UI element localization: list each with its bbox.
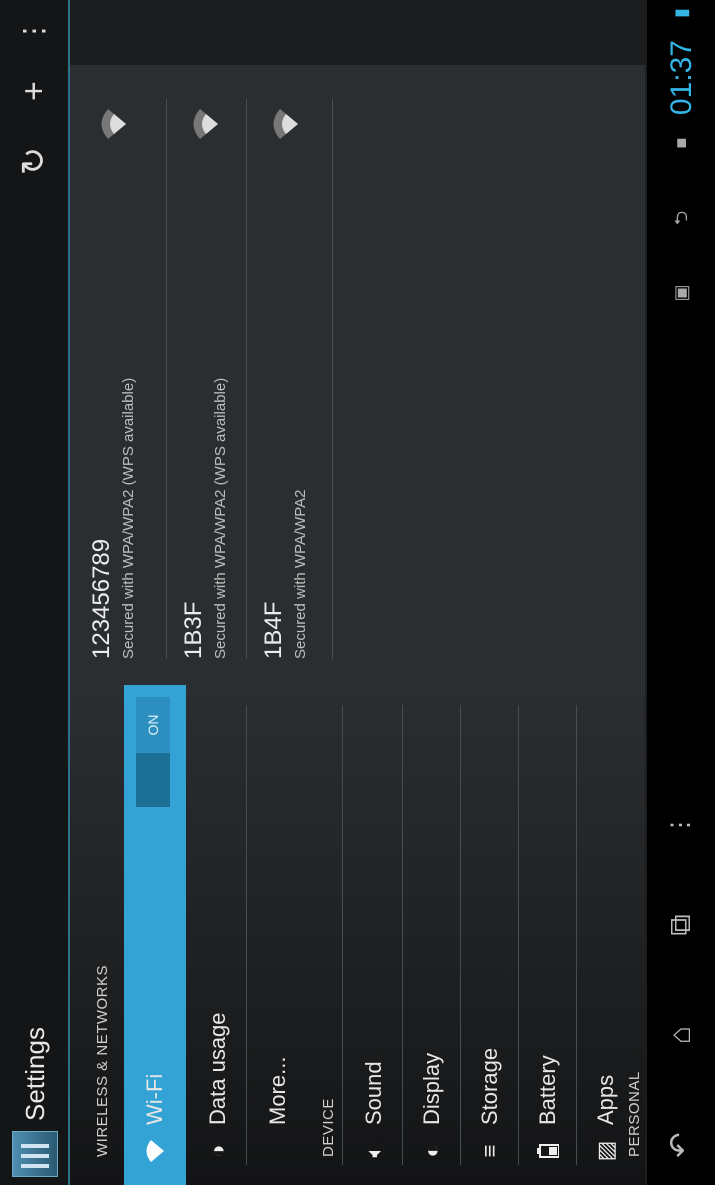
network-ssid: 123456789 — [88, 538, 115, 659]
wifi-signal-icon — [101, 109, 126, 139]
settings-item-wifi[interactable]: Wi-Fi ON — [124, 685, 186, 1185]
network-security: Secured with WPA/WPA2 (WPS available) — [120, 377, 137, 659]
add-icon[interactable]: + — [10, 67, 58, 115]
divider — [518, 705, 519, 1165]
settings-item-battery[interactable]: Battery — [520, 705, 576, 1165]
settings-item-data-usage[interactable]: ◑ Data usage — [190, 705, 246, 1165]
battery-icon — [534, 1137, 562, 1165]
network-security: Secured with WPA/WPA2 — [292, 489, 309, 660]
sound-icon: 🔈︎ — [361, 1144, 386, 1158]
network-ssid: 1B4F — [260, 601, 287, 659]
settings-screen: Settings ↻ + ⋮ WIRELESS & NETWORKS Wi-Fi… — [0, 0, 715, 1185]
settings-item-label: Wi-Fi — [142, 1073, 167, 1125]
settings-item-label: Sound — [361, 1061, 386, 1125]
wifi-icon — [141, 1137, 169, 1165]
divider — [246, 99, 247, 659]
network-ssid: 1B3F — [180, 601, 207, 659]
settings-app-icon[interactable] — [12, 1131, 58, 1177]
settings-item-display[interactable]: ◐ Display — [404, 705, 460, 1165]
usb-icon: ⮌ — [671, 210, 691, 226]
screenshot-icon: ▣ — [671, 284, 691, 302]
wifi-signal-icon — [193, 109, 218, 139]
section-header-personal: PERSONAL — [626, 1071, 643, 1157]
settings-item-label: Display — [419, 1052, 444, 1125]
status-clock: 01:37 — [665, 40, 698, 116]
divider — [166, 99, 167, 659]
wifi-network-list: 123456789 Secured with WPA/WPA2 (WPS ava… — [70, 65, 645, 685]
network-security: Secured with WPA/WPA2 (WPS available) — [212, 377, 229, 659]
settings-item-more[interactable]: More... — [250, 665, 306, 1165]
action-bar: Settings ↻ + ⋮ — [0, 0, 70, 1185]
settings-item-sound[interactable]: 🔈︎ Sound — [346, 705, 402, 1165]
network-item[interactable]: 1B4F Secured with WPA/WPA2 — [250, 99, 330, 659]
network-item[interactable]: 123456789 Secured with WPA/WPA2 (WPS ava… — [78, 99, 158, 659]
settings-item-label: More... — [265, 1056, 290, 1125]
section-header-wireless: WIRELESS & NETWORKS — [94, 964, 111, 1157]
data-usage-icon: ◑ — [205, 1144, 230, 1158]
divider — [332, 99, 333, 659]
divider — [246, 705, 247, 1165]
wifi-signal-icon — [273, 109, 298, 139]
refresh-icon[interactable]: ↻ — [10, 137, 58, 185]
apps-icon: ▨ — [593, 1140, 618, 1162]
back-icon[interactable]: ↶ — [661, 1125, 701, 1165]
sd-card-icon: ■ — [671, 137, 691, 149]
settings-item-label: Apps — [593, 1074, 618, 1125]
wifi-toggle-state: ON — [136, 697, 170, 753]
app-title: Settings — [20, 1027, 50, 1121]
settings-list: WIRELESS & NETWORKS Wi-Fi ON ◑ Data usag… — [70, 685, 645, 1185]
menu-icon[interactable]: ⋮ — [661, 805, 701, 845]
home-icon[interactable]: ⌂ — [661, 1015, 701, 1055]
network-item[interactable]: 1B3F Secured with WPA/WPA2 (WPS availabl… — [170, 99, 250, 659]
overflow-menu-icon[interactable]: ⋮ — [10, 7, 58, 55]
settings-item-label: Data usage — [205, 1012, 230, 1125]
settings-item-label: Storage — [477, 1047, 502, 1125]
divider — [460, 705, 461, 1165]
system-bar: ↶ ⌂ ⧉ ⋮ ▣ ⮌ ■ 01:37 ▮ — [647, 0, 715, 1185]
battery-status-icon: ▮ — [671, 8, 691, 18]
section-header-device: DEVICE — [320, 1098, 337, 1157]
divider — [576, 705, 577, 1165]
recents-icon[interactable]: ⧉ — [661, 905, 701, 945]
storage-icon: ≡ — [477, 1144, 502, 1158]
divider — [342, 705, 343, 1165]
wifi-toggle[interactable]: ON — [136, 697, 170, 807]
settings-item-storage[interactable]: ≡ Storage — [462, 705, 518, 1165]
display-icon: ◐ — [419, 1144, 444, 1158]
divider — [402, 705, 403, 1165]
settings-item-label: Battery — [535, 1055, 560, 1125]
